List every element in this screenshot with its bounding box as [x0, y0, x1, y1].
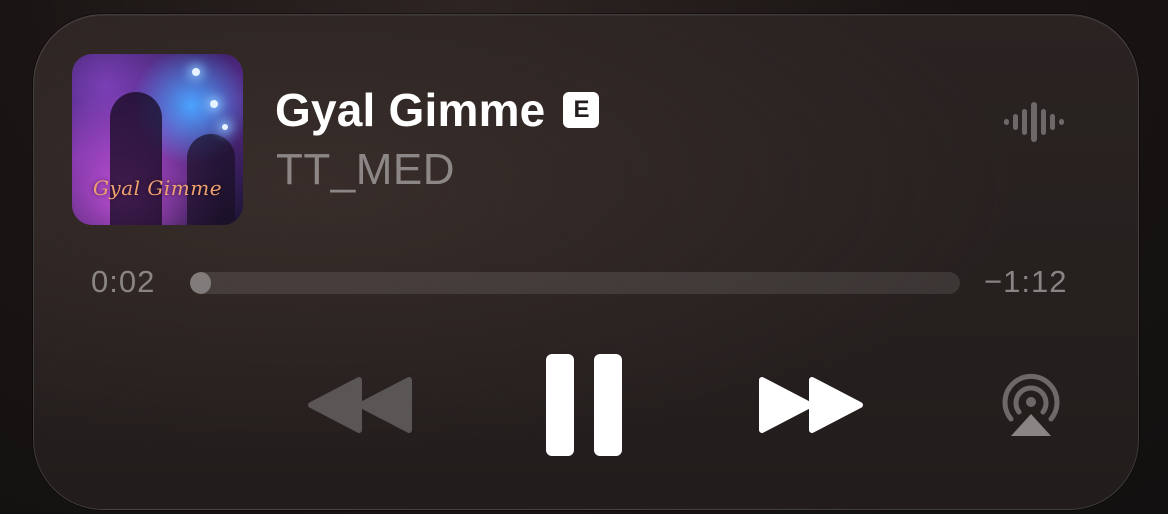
progress-fill	[190, 272, 211, 294]
screen-background: Gyal Gimme Gyal Gimme E TT_MED 0:02 −1:1…	[0, 0, 1168, 514]
artwork-lettering: Gyal Gimme	[92, 176, 223, 200]
airplay-icon	[1002, 373, 1060, 436]
pause-icon	[546, 354, 622, 456]
artwork-figure	[110, 92, 162, 225]
fast-forward-button[interactable]	[756, 374, 866, 436]
explicit-badge: E	[563, 92, 600, 128]
waveform-icon	[1004, 102, 1064, 142]
airplay-button[interactable]	[996, 372, 1066, 438]
rewind-button[interactable]	[305, 374, 415, 436]
artist-name[interactable]: TT_MED	[276, 145, 455, 195]
progress-scrubber[interactable]	[190, 272, 960, 294]
artwork-light	[210, 100, 218, 108]
remaining-time: −1:12	[984, 264, 1068, 299]
elapsed-time: 0:02	[91, 264, 156, 299]
artwork-light	[222, 124, 228, 130]
fast-forward-icon	[759, 377, 863, 433]
album-artwork[interactable]: Gyal Gimme	[72, 54, 243, 225]
artwork-light	[192, 68, 200, 76]
track-title-row: Gyal Gimme E	[275, 82, 600, 138]
rewind-icon	[308, 377, 412, 433]
track-title[interactable]: Gyal Gimme	[275, 83, 545, 137]
pause-button[interactable]	[546, 354, 624, 456]
